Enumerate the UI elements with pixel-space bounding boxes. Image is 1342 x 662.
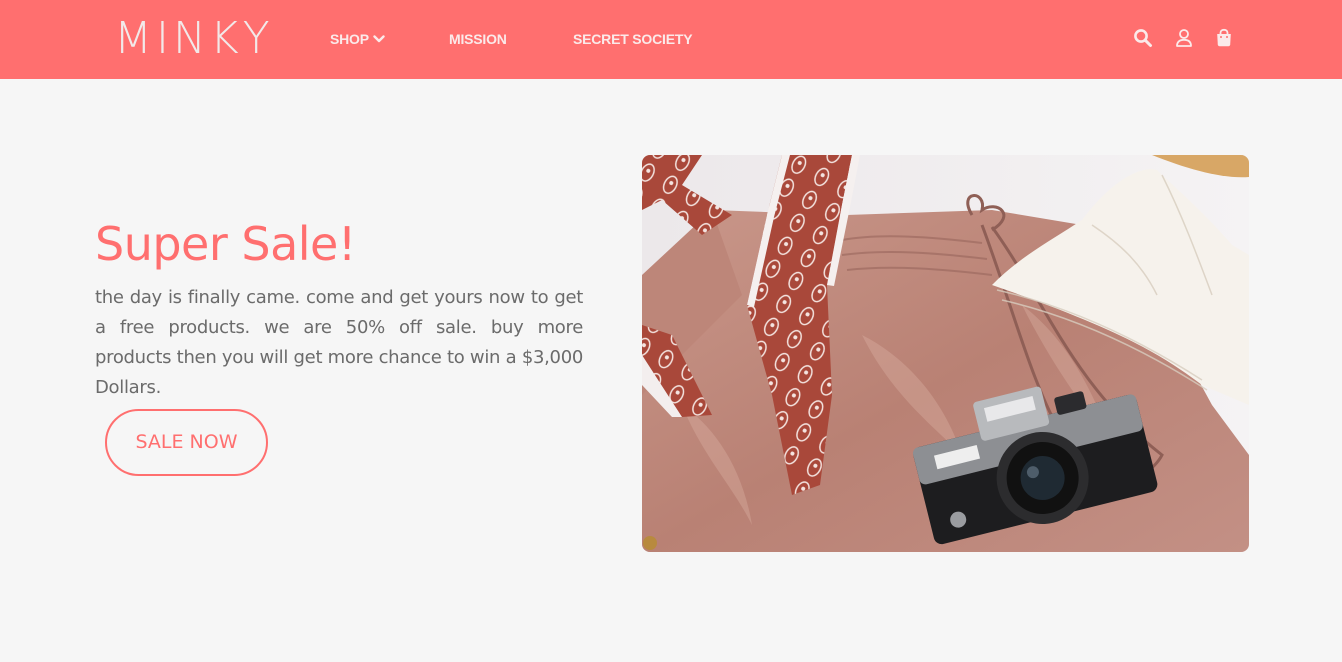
nav-item-shop[interactable]: SHOP: [330, 29, 385, 49]
nav-item-shop-label: SHOP: [330, 31, 369, 47]
top-navigation-bar: MINKY SHOP MISSION SECRET SOCIETY: [0, 0, 1342, 79]
search-icon[interactable]: [1133, 28, 1153, 48]
chevron-down-icon: [373, 29, 385, 49]
hero-image: [642, 155, 1249, 552]
nav-item-secret-society[interactable]: SECRET SOCIETY: [573, 29, 693, 49]
flat-lay-clothes-camera-image: [642, 155, 1249, 552]
hero-description: the day is finally came. come and get yo…: [95, 287, 583, 398]
user-icon[interactable]: [1174, 28, 1194, 48]
hero-title: Super Sale!: [95, 217, 356, 271]
brand-logo[interactable]: MINKY: [114, 14, 274, 64]
sale-now-button[interactable]: SALE NOW: [105, 409, 268, 476]
shopping-bag-icon[interactable]: [1214, 28, 1234, 48]
nav-item-mission[interactable]: MISSION: [449, 29, 507, 49]
